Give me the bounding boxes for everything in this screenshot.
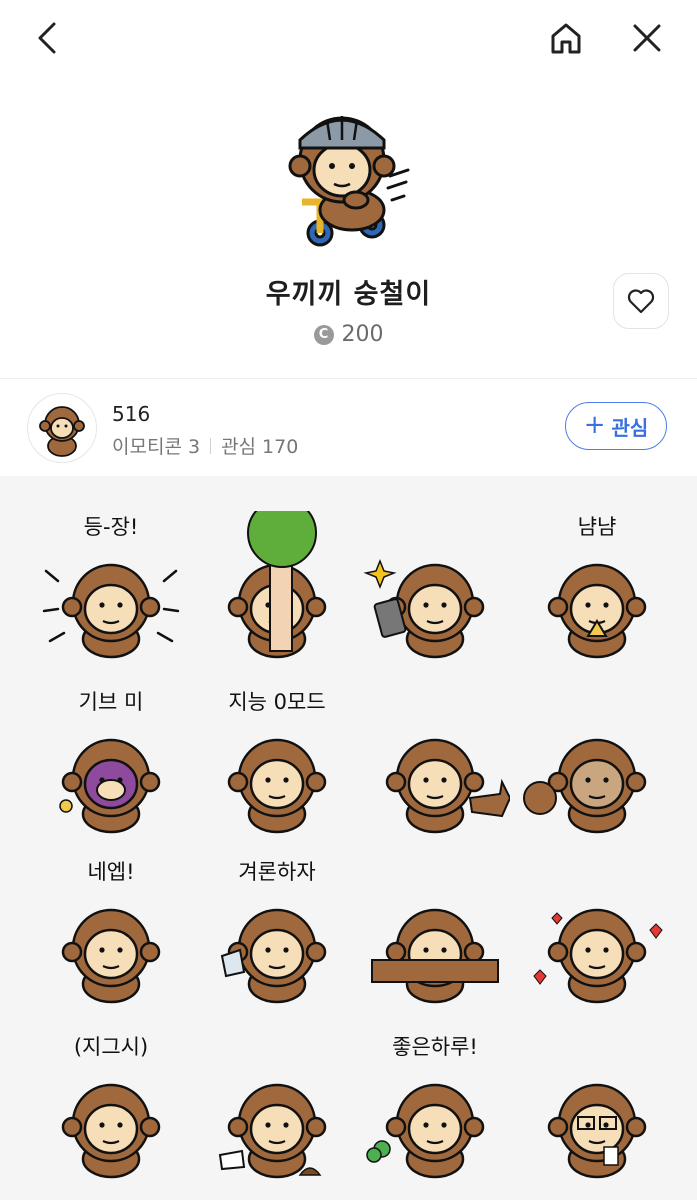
heart-icon xyxy=(627,289,655,314)
close-icon xyxy=(633,24,661,52)
emoticon-caption: 겨론하자 xyxy=(238,860,316,884)
follow-button[interactable]: + 관심 xyxy=(565,402,667,450)
emoticon-count: 이모티콘 3 xyxy=(112,436,201,458)
coin-icon: C xyxy=(313,324,334,345)
emoticon-caption: 냠냠 xyxy=(577,515,617,539)
home-button[interactable] xyxy=(544,16,588,60)
like-button[interactable] xyxy=(613,273,669,329)
author-stats: 이모티콘 3 관심 170 xyxy=(112,432,298,459)
chevron-left-icon xyxy=(38,22,56,54)
emoticon-caption: (지그시) xyxy=(73,1035,149,1059)
divider xyxy=(0,378,697,379)
emoticon-tile[interactable]: 좋은하루! xyxy=(360,1031,510,1191)
emoticon-main-image xyxy=(272,100,422,260)
emoticon-tile[interactable]: 네엡! xyxy=(36,856,186,1016)
emoticon-caption: 지능 0모드 xyxy=(228,690,326,714)
emoticon-tile[interactable] xyxy=(202,1031,352,1191)
price-value: 200 xyxy=(341,322,384,347)
author-name[interactable]: 516 xyxy=(112,402,150,426)
emoticon-tile[interactable] xyxy=(202,511,352,671)
emoticon-caption: 네엡! xyxy=(87,860,135,884)
follow-label: 관심 xyxy=(611,415,649,440)
emoticon-tile[interactable]: 등-장! xyxy=(36,511,186,671)
emoticon-grid: 등-장! 냠냠 기브 미 지능 0모드 네엡! 겨론하자 (지그시) 좋은하루! xyxy=(0,476,697,1200)
emoticon-caption: 기브 미 xyxy=(78,690,144,714)
price: C 200 xyxy=(0,322,697,347)
emoticon-tile[interactable] xyxy=(522,856,672,1016)
author-row: 516 이모티콘 3 관심 170 + 관심 xyxy=(0,380,697,476)
avatar[interactable] xyxy=(27,393,97,463)
emoticon-tile[interactable]: 겨론하자 xyxy=(202,856,352,1016)
emoticon-caption: 등-장! xyxy=(83,515,139,539)
emoticon-tile[interactable]: 지능 0모드 xyxy=(202,686,352,846)
emoticon-tile[interactable] xyxy=(522,686,672,846)
back-button[interactable] xyxy=(26,16,70,60)
home-icon xyxy=(551,23,581,54)
close-button[interactable] xyxy=(625,16,669,60)
top-bar xyxy=(0,0,697,80)
page-title: 우끼끼 숭철이 xyxy=(265,279,432,310)
follower-count: 관심 170 xyxy=(221,436,299,458)
emoticon-tile[interactable] xyxy=(360,686,510,846)
emoticon-tile[interactable] xyxy=(522,1031,672,1191)
emoticon-tile[interactable]: 기브 미 xyxy=(36,686,186,846)
plus-icon: + xyxy=(583,409,606,440)
emoticon-tile[interactable] xyxy=(360,856,510,1016)
emoticon-caption: 좋은하루! xyxy=(392,1035,478,1059)
emoticon-tile[interactable]: (지그시) xyxy=(36,1031,186,1191)
stat-separator xyxy=(210,437,212,454)
emoticon-tile[interactable] xyxy=(360,511,510,671)
emoticon-tile[interactable]: 냠냠 xyxy=(522,511,672,671)
